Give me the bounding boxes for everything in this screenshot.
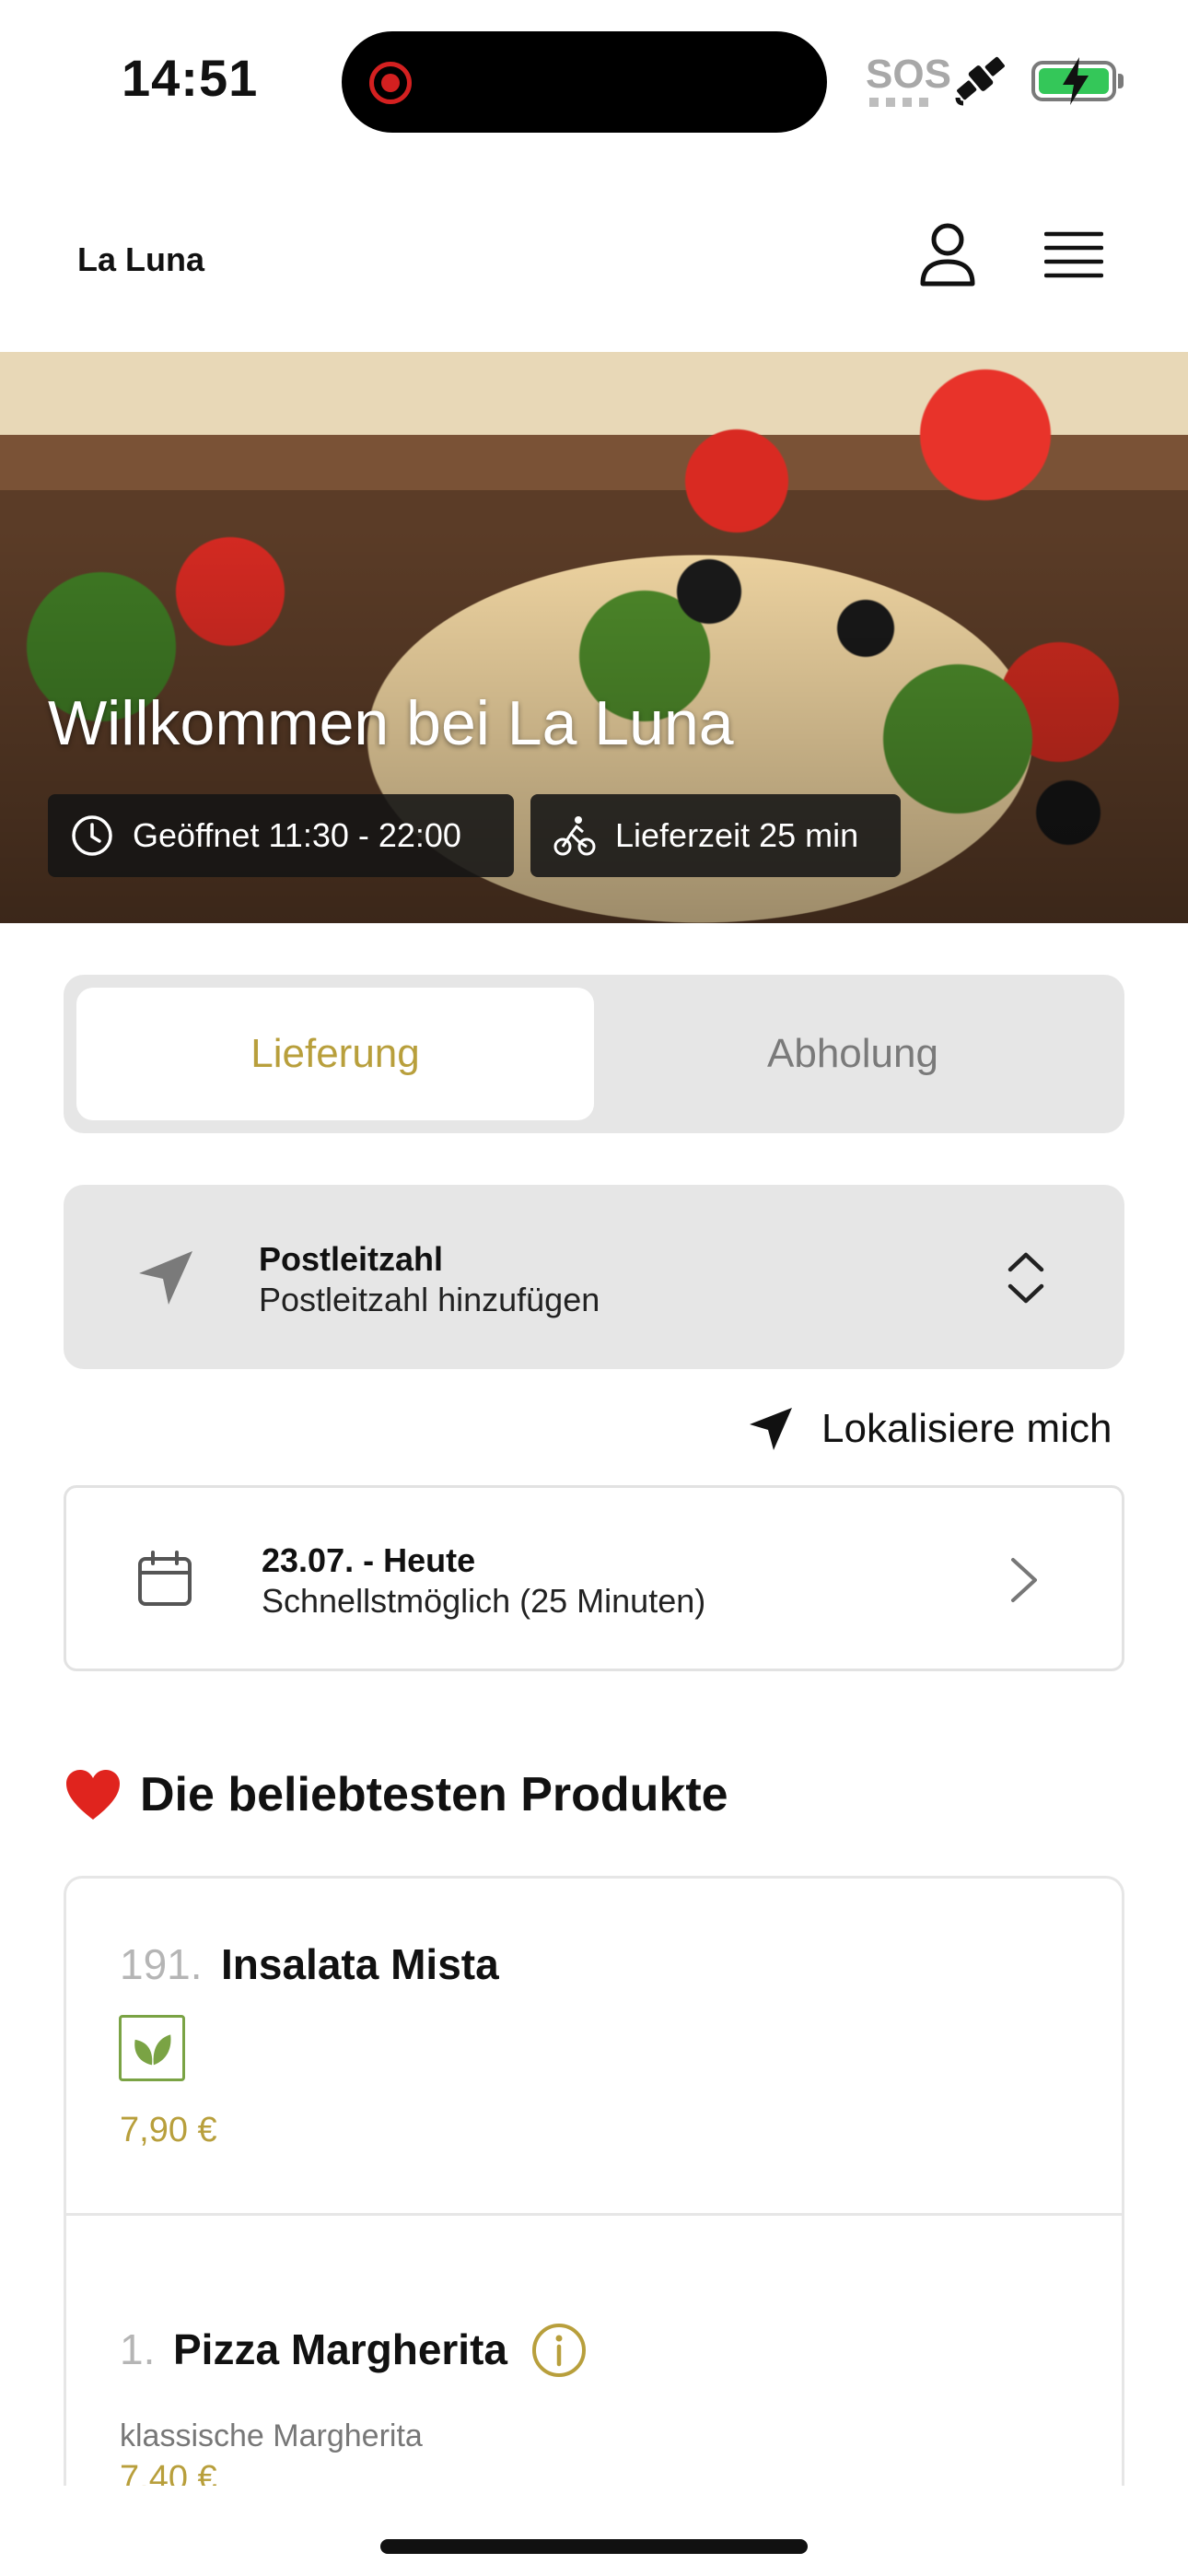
satellite-icon [955, 56, 1005, 106]
product-name: Insalata Mista [221, 1940, 499, 1988]
recording-icon [369, 62, 412, 104]
product-number: 1. [120, 2325, 156, 2373]
product-price: 7,40 € [120, 2459, 217, 2486]
popular-products-list: 191. Insalata Mista 7,90 € 1. Pizza Marg… [64, 1876, 1124, 2486]
date-title: 23.07. - Heute [262, 1541, 476, 1579]
signal-dots [869, 98, 930, 107]
popular-title-text: Die beliebtesten Produkte [140, 1768, 728, 1821]
heart-icon [66, 1770, 120, 1820]
locate-me-button[interactable]: Lokalisiere mich [748, 1399, 1135, 1459]
product-description: klassische Margherita [120, 2418, 423, 2453]
clock-icon [72, 815, 112, 856]
delivery-time-text: Lieferzeit 25 min [615, 816, 859, 854]
popular-section-title: Die beliebtesten Produkte [64, 1767, 728, 1822]
tab-delivery[interactable]: Lieferung [76, 988, 594, 1120]
postcode-label: Postleitzahl [259, 1240, 444, 1278]
product-number: 191. [120, 1940, 203, 1988]
delivery-time-chip: Lieferzeit 25 min [530, 794, 901, 877]
opening-hours-chip: Geöffnet 11:30 - 22:00 [48, 794, 514, 877]
product-item[interactable]: 1. Pizza Margherita klassische Margherit… [66, 2216, 1122, 2486]
bicycle-icon [553, 816, 596, 856]
status-time: 14:51 [122, 49, 259, 107]
order-mode-toggle: Lieferung Abholung [64, 975, 1124, 1133]
calendar-icon [138, 1551, 192, 1606]
dynamic-island [342, 31, 827, 133]
sos-indicator: SOS [866, 52, 951, 97]
product-price: 7,90 € [120, 2111, 217, 2149]
leaf-icon [119, 2015, 185, 2081]
brand-name[interactable]: La Luna [77, 240, 204, 279]
postcode-placeholder: Postleitzahl hinzufügen [259, 1281, 600, 1318]
hero-title: Willkommen bei La Luna [48, 688, 734, 758]
status-bar: 14:51 SOS [0, 0, 1188, 157]
location-arrow-icon [750, 1408, 792, 1450]
tab-pickup[interactable]: Abholung [594, 988, 1112, 1120]
product-name: Pizza Margherita [173, 2325, 507, 2373]
chevron-up-down-icon [1007, 1252, 1044, 1304]
chevron-right-icon [1011, 1558, 1037, 1602]
home-indicator[interactable] [380, 2539, 808, 2554]
opening-hours-text: Geöffnet 11:30 - 22:00 [133, 816, 461, 854]
location-arrow-icon [139, 1251, 192, 1305]
date-subtitle: Schnellstmöglich (25 Minuten) [262, 1582, 706, 1620]
battery-tip [1118, 74, 1124, 88]
menu-icon[interactable] [1044, 230, 1103, 280]
hero-banner: Willkommen bei La Luna Geöffnet 11:30 - … [0, 352, 1188, 923]
charging-bolt-icon [1063, 57, 1089, 105]
product-item[interactable]: 191. Insalata Mista 7,90 € [66, 1879, 1122, 2216]
user-icon[interactable] [917, 221, 978, 287]
info-icon[interactable] [530, 2322, 588, 2379]
postcode-selector[interactable]: Postleitzahl Postleitzahl hinzufügen [64, 1185, 1124, 1369]
app-header: La Luna [0, 157, 1188, 352]
locate-me-label: Lokalisiere mich [821, 1406, 1112, 1451]
delivery-date-selector[interactable]: 23.07. - Heute Schnellstmöglich (25 Minu… [64, 1485, 1124, 1671]
